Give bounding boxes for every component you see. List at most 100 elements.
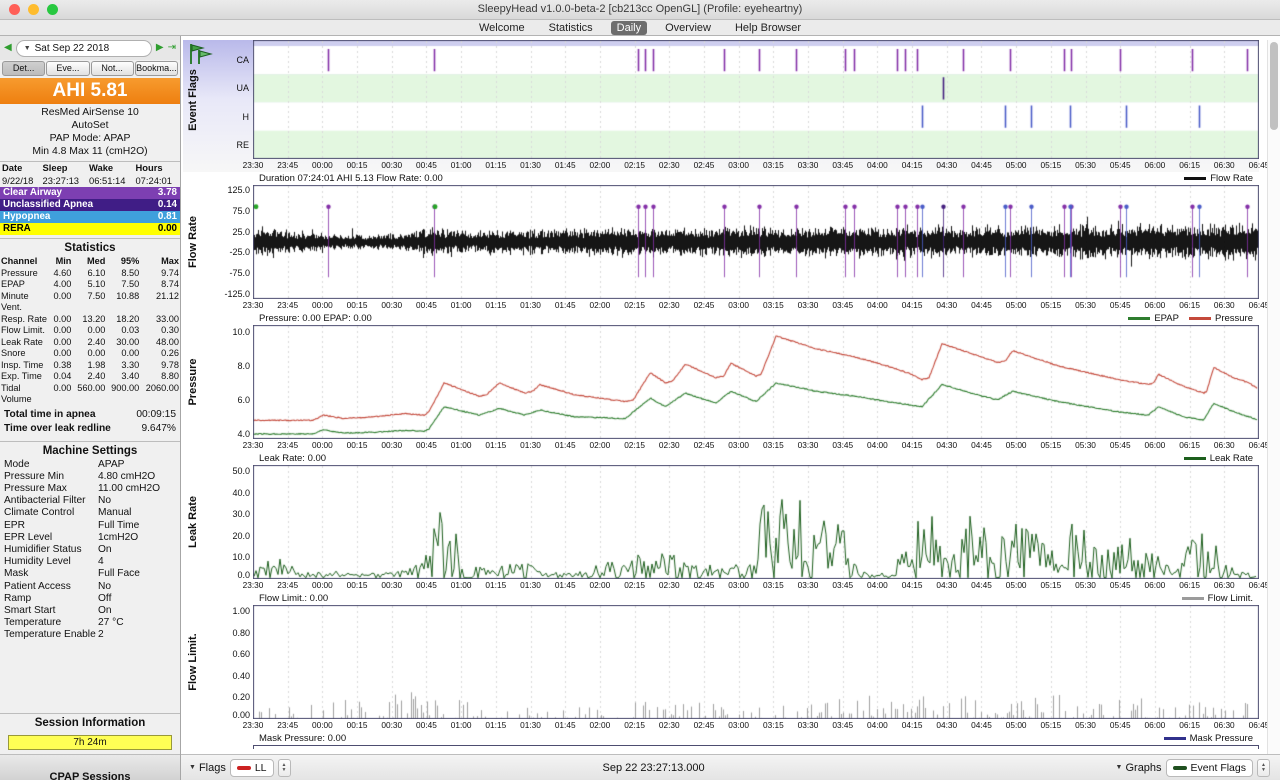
x-tick-label: 23:30 xyxy=(242,160,264,170)
x-tick-label: 05:30 xyxy=(1075,720,1096,730)
setting-row: Patient Access No xyxy=(4,580,112,592)
y-tick-label: 25.0 xyxy=(232,226,250,237)
x-tick-label: 04:00 xyxy=(867,440,888,450)
x-tick-label: 05:45 xyxy=(1109,580,1131,590)
graphs-combo[interactable]: Event Flags xyxy=(1165,758,1253,777)
x-tick-label: 04:30 xyxy=(936,160,958,170)
leak-rate-chart[interactable] xyxy=(253,465,1259,579)
close-button[interactable] xyxy=(9,4,20,15)
mask-pressure-chart[interactable] xyxy=(253,745,1259,749)
main-tabbar: Welcome Statistics Daily Overview Help Brows… xyxy=(0,20,1280,36)
y-tick-label: 1.00 xyxy=(232,606,250,617)
x-tick-label: 04:00 xyxy=(867,300,888,310)
session-duration-badge: 7h 24m xyxy=(8,735,172,750)
flags-dropdown-caret[interactable]: ▼ xyxy=(189,764,196,771)
sidebar-tab-0[interactable]: Det... xyxy=(2,61,46,76)
setting-row: Smart Start On xyxy=(4,604,112,616)
flags-stepper[interactable]: ▲ ▼ xyxy=(277,758,291,777)
mask-pressure-title: Mask Pressure: 0.00 xyxy=(259,733,347,744)
flags-dropdown-label[interactable]: Flags xyxy=(199,762,226,774)
flags-combo[interactable]: LL xyxy=(229,758,274,777)
x-tick-label: 06:00 xyxy=(1144,440,1166,450)
x-tick-label: 02:00 xyxy=(589,300,611,310)
pressure-title: Pressure: 0.00 EPAP: 0.00 xyxy=(259,313,372,324)
x-tick-label: 04:00 xyxy=(867,160,888,170)
tab-help-browser[interactable]: Help Browser xyxy=(729,21,807,35)
x-tick-label: 04:30 xyxy=(936,300,958,310)
tab-daily[interactable]: Daily xyxy=(610,20,648,35)
sidebar-tab-1[interactable]: Eve... xyxy=(46,61,90,76)
x-tick-label: 01:45 xyxy=(554,160,576,170)
sidebar-tab-2[interactable]: Not... xyxy=(90,61,134,76)
table-row: Snore 0.00 0.00 0.00 0.26 xyxy=(1,348,179,358)
x-tick-label: 04:00 xyxy=(867,720,888,730)
cpap-sessions-header[interactable]: CPAP Sessions xyxy=(0,754,180,780)
window-title: SleepyHead v1.0.0-beta-2 [cb213cc OpenGL… xyxy=(477,3,803,15)
x-tick-label: 06:00 xyxy=(1144,160,1166,170)
graphs-scrollbar[interactable] xyxy=(1267,40,1280,754)
x-tick-label: 02:00 xyxy=(589,160,611,170)
x-tick-label: 00:15 xyxy=(346,160,368,170)
graphs-stepper[interactable]: ▲ ▼ xyxy=(1257,758,1270,777)
last-day-button[interactable]: ⇥ xyxy=(168,43,176,53)
x-tick-label: 03:00 xyxy=(728,160,750,170)
event-flags-chart[interactable] xyxy=(253,40,1259,159)
x-tick-label: 00:00 xyxy=(311,720,333,730)
y-tick-label: 0.80 xyxy=(232,627,250,638)
x-tick-label: 05:45 xyxy=(1109,160,1131,170)
x-tick-label: 01:00 xyxy=(450,720,472,730)
prev-day-button[interactable]: ◀ xyxy=(4,43,12,53)
x-tick-label: 02:00 xyxy=(589,580,611,590)
setting-row: Humidity Level 4 xyxy=(4,556,104,568)
y-tick-label: 30.0 xyxy=(232,509,250,520)
flow-rate-chart[interactable] xyxy=(253,185,1259,299)
x-tick-label: 04:00 xyxy=(867,580,888,590)
x-tick-label: 03:00 xyxy=(728,440,750,450)
mask-pressure-legend: Mask Pressure xyxy=(1163,733,1253,744)
y-tick-label: 10.0 xyxy=(232,326,250,337)
y-tick-label: 75.0 xyxy=(232,205,250,216)
event-row-label-ua: UA xyxy=(236,83,249,94)
setting-row: Climate Control Manual xyxy=(4,507,132,519)
session-times-table: Date Sleep Wake Hours 9/22/18 23:27:13 0… xyxy=(0,161,180,187)
date-picker[interactable]: ▼ Sat Sep 22 2018 xyxy=(15,39,152,57)
flow-limit-chart[interactable] xyxy=(253,605,1259,719)
legend-line-icon xyxy=(1128,317,1151,320)
legend-item: Flow Limit. xyxy=(1181,593,1253,604)
graphs-dropdown-label[interactable]: Graphs xyxy=(1125,762,1161,774)
minimize-button[interactable] xyxy=(28,4,39,15)
sidebar: ◀ ▼ Sat Sep 22 2018 ▶ ⇥ Det... Eve... Not.… xyxy=(0,36,181,780)
x-tick-label: 03:15 xyxy=(762,160,784,170)
current-time-label: Sep 22 23:27:13.000 xyxy=(602,761,705,774)
tab-statistics[interactable]: Statistics xyxy=(543,21,599,35)
mask-pressure-panel: Mask Pressure: 0.00 Mask Pressure xyxy=(183,732,1259,754)
x-tick-label: 06:30 xyxy=(1213,580,1235,590)
event-summary-rows: Clear Airway 3.78 Unclassified Apnea 0.14 Hy… xyxy=(0,187,180,235)
statistics-table: Channel Min Med 95% Max Pressure 4.60 6.10 8.50 9… xyxy=(1,256,179,404)
current-date-label: Sat Sep 22 2018 xyxy=(34,42,110,54)
x-tick-label: 01:45 xyxy=(554,720,576,730)
zoom-button[interactable] xyxy=(47,4,58,15)
x-tick-label: 23:45 xyxy=(277,300,299,310)
graphs-dropdown-caret[interactable]: ▼ xyxy=(1116,764,1123,771)
x-tick-label: 05:00 xyxy=(1005,300,1027,310)
machine-settings-title: Machine Settings xyxy=(0,440,180,459)
x-tick-label: 01:00 xyxy=(450,160,472,170)
x-tick-label: 04:45 xyxy=(971,300,992,310)
scrollbar-thumb[interactable] xyxy=(1270,42,1278,130)
x-tick-label: 02:30 xyxy=(658,160,680,170)
x-tick-label: 04:15 xyxy=(901,440,923,450)
table-row: Leak Rate 0.00 2.40 30.00 48.00 xyxy=(1,336,179,347)
x-tick-label: 02:15 xyxy=(624,720,645,730)
next-day-button[interactable]: ▶ xyxy=(156,43,164,53)
sidebar-tab-3[interactable]: Bookma... xyxy=(134,61,178,76)
setting-row: Temperature Enable 2 xyxy=(4,629,104,641)
x-tick-label: 06:30 xyxy=(1213,440,1235,450)
x-tick-label: 01:15 xyxy=(485,440,507,450)
x-tick-label: 02:15 xyxy=(624,440,645,450)
tab-overview[interactable]: Overview xyxy=(659,21,717,35)
x-tick-label: 03:00 xyxy=(728,720,750,730)
x-tick-label: 23:45 xyxy=(277,160,299,170)
pressure-chart[interactable] xyxy=(253,325,1259,439)
tab-welcome[interactable]: Welcome xyxy=(473,21,531,35)
